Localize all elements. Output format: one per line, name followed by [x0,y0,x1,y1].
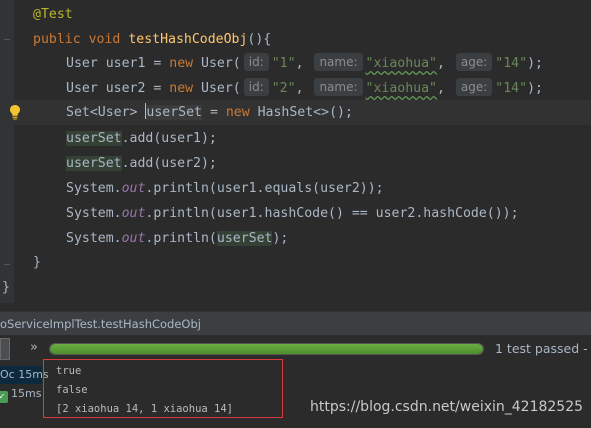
method-decl-tail: (){ [247,32,272,47]
variable-userset-usage: userSet [66,156,122,171]
type-name: User [66,81,98,96]
statement-end: ); [272,231,289,246]
param-hint-name: name: [314,53,363,71]
assign-operator: = [202,105,226,120]
static-field-out: out [121,206,146,221]
code-line-add2: userSet.add(user2); [66,151,217,176]
string-literal-age: "14" [495,81,528,96]
variable-user1: user1 [105,56,146,71]
run-toolbar-icon[interactable] [0,338,10,360]
code-line-print-set: System.out.println(userSet); [66,226,288,251]
string-literal-name: "xiaohua" [365,81,437,96]
method-call: .add(user2); [121,156,217,171]
console-output-line: true [56,365,82,377]
fold-marker-icon[interactable] [4,264,10,265]
test-annotation: @Test [33,7,73,22]
variable-user2: user2 [105,81,146,96]
constructor-call: User( [201,81,241,96]
string-literal-id: "2" [271,81,296,96]
test-duration: 15ms [11,387,42,400]
code-line-print-hashcode: System.out.println(user1.hashCode() == u… [66,201,519,226]
test-tree-row[interactable]: ✓ 15ms [0,385,42,403]
comma: , [437,81,453,96]
statement-end: ); [527,81,543,96]
comma: , [437,56,453,71]
code-line-annotation: @Test [33,2,73,27]
run-config-title[interactable]: oServiceImplTest.testHashCodeObj [0,312,201,336]
variable-userset-usage: userSet [66,131,122,146]
param-hint-age: age: [455,53,493,71]
brace: } [2,280,10,295]
test-progress-bar [49,343,484,355]
keyword-new: new [169,56,194,71]
system-class: System. [66,206,122,221]
keyword-new: new [169,81,194,96]
type-name: Set<User> [66,105,138,120]
string-literal-id: "1" [271,56,296,71]
brace: } [33,255,41,270]
system-class: System. [66,181,122,196]
code-line-user1: User user1 = new User(id: "1", name: "xiao… [66,51,543,76]
variable-userset-usage: userSet [216,231,273,246]
lightbulb-icon[interactable] [8,104,22,120]
keyword-public: public [33,32,81,47]
code-line-method-decl: public void testHashCodeObj(){ [33,27,271,52]
test-status-text: 1 test passed - 1 [495,341,591,356]
method-call: .println(user1.equals(user2)); [145,181,384,196]
system-class: System. [66,231,122,246]
test-tree-label: Oc [0,368,15,381]
test-progress-fill [50,344,483,354]
constructor-call: User( [201,56,241,71]
method-call: .println(user1.hashCode() == user2.hashC… [145,206,519,221]
type-name: User [66,56,98,71]
console-output-line: false [56,384,88,396]
test-passed-icon: ✓ [0,391,8,403]
code-line-close-method: } [33,250,41,275]
comma: , [295,81,312,96]
method-call: .add(user1); [121,131,217,146]
double-chevron-icon[interactable]: » [26,340,42,356]
param-hint-age: age: [455,78,493,96]
method-name: testHashCodeObj [128,32,248,47]
code-editor[interactable]: @Test public void testHashCodeObj(){ Use… [0,0,591,303]
static-field-out: out [121,231,146,246]
code-line-user2: User user2 = new User(id: "2", name: "xiao… [66,76,543,101]
run-panel-header[interactable]: oServiceImplTest.testHashCodeObj [0,311,591,335]
code-line-set-decl: Set<User> userSet = new HashSet<>(); [66,100,353,125]
assign-operator: = [145,81,170,96]
statement-end: ); [527,56,543,71]
console-output-line: [2 xiaohua 14, 1 xiaohua 14] [56,403,234,415]
test-tree-row[interactable]: Oc 15ms [0,366,49,384]
variable-userset: userSet [146,105,202,120]
param-hint-name: name: [314,78,363,96]
param-hint-id: id: [243,78,269,96]
method-call: .println( [145,231,217,246]
string-literal-name: "xiaohua" [365,56,437,71]
code-line-close-class: } [2,275,10,300]
string-literal-age: "14" [495,56,528,71]
fold-marker-icon[interactable] [4,39,10,40]
param-hint-id: id: [243,53,269,71]
static-field-out: out [121,181,146,196]
keyword-new: new [225,105,250,120]
assign-operator: = [145,56,170,71]
constructor-call: HashSet<>(); [257,105,353,120]
code-line-add1: userSet.add(user1); [66,126,217,151]
comma: , [295,56,312,71]
keyword-void: void [88,32,121,47]
code-line-print-equals: System.out.println(user1.equals(user2)); [66,176,384,201]
editor-gutter[interactable] [0,0,14,303]
watermark-text: https://blog.csdn.net/weixin_42182525 [310,399,584,415]
